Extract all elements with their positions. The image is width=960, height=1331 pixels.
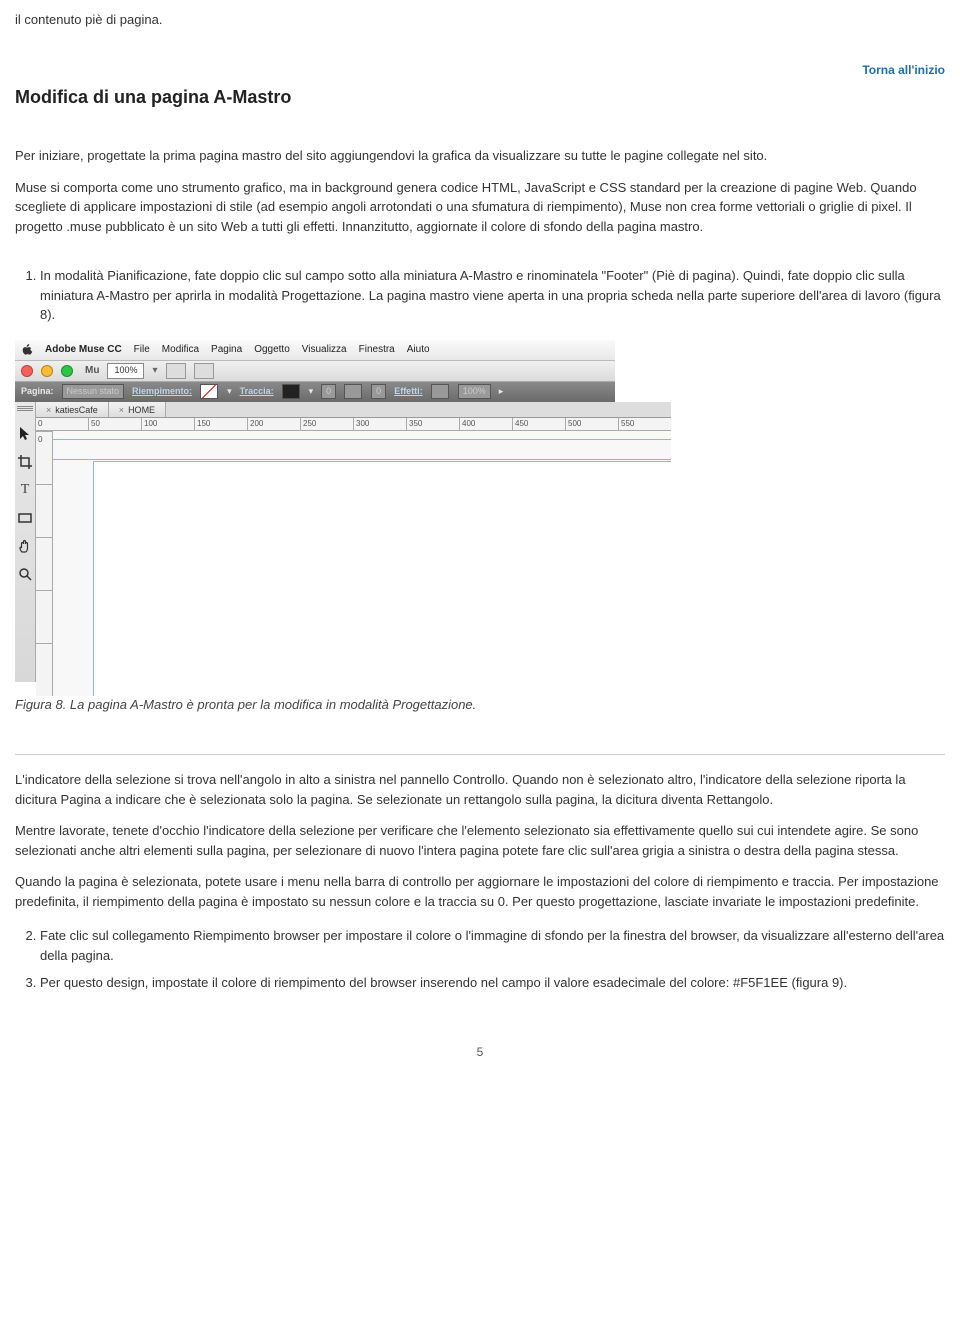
layout-icon-2 <box>194 363 214 379</box>
vertical-ruler: 0 <box>36 431 53 696</box>
app-title: Adobe Muse CC <box>45 342 122 357</box>
apple-icon <box>21 344 33 356</box>
guide-line <box>53 459 671 460</box>
crop-tool-icon <box>15 452 35 472</box>
step-3: Per questo design, impostate il colore d… <box>40 973 945 993</box>
menu-modifica: Modifica <box>162 342 199 357</box>
chevron-down-icon: ▾ <box>152 363 157 378</box>
paragraph-3: L'indicatore della selezione si trova ne… <box>15 770 945 809</box>
paragraph-5: Quando la pagina è selezionata, potete u… <box>15 872 945 911</box>
step-1: In modalità Pianificazione, fate doppio … <box>40 266 945 325</box>
dropdown-icon-2: ▾ <box>309 385 314 399</box>
menu-oggetto: Oggetto <box>254 342 290 357</box>
toolbox: T <box>15 402 36 682</box>
back-to-top-link[interactable]: Torna all'inizio <box>862 63 945 77</box>
workspace: T ×katiesCafe ×HOME 05010015020025030035… <box>15 402 615 682</box>
menu-visualizza: Visualizza <box>302 342 347 357</box>
hand-tool-icon <box>15 536 35 556</box>
page-rect <box>93 461 671 696</box>
paragraph-2: Muse si comporta come uno strumento graf… <box>15 178 945 237</box>
mu-label: Mu <box>85 363 99 378</box>
horizontal-ruler: 050100150200250300350400450500550 <box>36 418 671 431</box>
step-2: Fate clic sul collegamento Riempimento b… <box>40 926 945 965</box>
back-link-container: Torna all'inizio <box>15 60 945 80</box>
selection-tool-icon <box>15 424 35 444</box>
corner-icon <box>344 384 362 399</box>
opt-traccia-value: 0 <box>321 384 336 399</box>
layout-icon <box>166 363 186 379</box>
effects-icon <box>431 384 449 399</box>
figure-8-caption: Figura 8. La pagina A-Mastro è pronta pe… <box>15 695 945 715</box>
opt-pagina-label: Pagina: <box>21 385 54 399</box>
opt-effetti-value: 100% <box>458 384 491 399</box>
stroke-swatch-icon <box>282 384 300 399</box>
opt-riempimento-label: Riempimento: <box>132 385 192 399</box>
close-dot-icon <box>21 365 33 377</box>
intro-line: il contenuto piè di pagina. <box>15 10 945 30</box>
document-area: ×katiesCafe ×HOME 0501001502002503003504… <box>36 402 671 682</box>
section-heading: Modifica di una pagina A-Mastro <box>15 84 945 111</box>
steps-list-2: Fate clic sul collegamento Riempimento b… <box>15 926 945 993</box>
fill-swatch-icon <box>200 384 218 399</box>
close-tab-icon-2: × <box>119 404 124 418</box>
options-bar: Pagina: Nessun stato Riempimento: ▾ Trac… <box>15 382 615 402</box>
tab-home: ×HOME <box>109 402 166 418</box>
rectangle-tool-icon <box>15 508 35 528</box>
opt-traccia-label: Traccia: <box>240 385 274 399</box>
canvas <box>53 431 671 696</box>
opt-pagina-value: Nessun stato <box>62 384 125 399</box>
separator <box>15 754 945 755</box>
opt-effetti-label: Effetti: <box>394 385 423 399</box>
grip-icon <box>17 406 33 412</box>
zoom-tool-icon <box>15 564 35 584</box>
figure-8-screenshot: Adobe Muse CC File Modifica Pagina Ogget… <box>15 340 615 680</box>
window-controls-bar: Mu 100% ▾ <box>15 361 615 382</box>
minimize-dot-icon <box>41 365 53 377</box>
canvas-wrap: 0 <box>36 431 671 696</box>
opt-offset-value: 0 <box>371 384 386 399</box>
tab-katiescafe: ×katiesCafe <box>36 402 109 418</box>
text-tool-icon: T <box>15 480 35 500</box>
steps-list-1: In modalità Pianificazione, fate doppio … <box>15 266 945 325</box>
zoom-dot-icon <box>61 365 73 377</box>
menu-aiuto: Aiuto <box>407 342 430 357</box>
dropdown-icon-3: ▸ <box>499 385 504 399</box>
menu-pagina: Pagina <box>211 342 242 357</box>
page-number: 5 <box>15 1043 945 1061</box>
guide-line <box>53 439 671 440</box>
close-tab-icon: × <box>46 404 51 418</box>
zoom-level: 100% <box>107 363 144 379</box>
document-tabs: ×katiesCafe ×HOME <box>36 402 671 419</box>
dropdown-icon: ▾ <box>227 385 232 399</box>
paragraph-1: Per iniziare, progettate la prima pagina… <box>15 146 945 166</box>
menu-file: File <box>134 342 150 357</box>
paragraph-4: Mentre lavorate, tenete d'occhio l'indic… <box>15 821 945 860</box>
macos-menubar: Adobe Muse CC File Modifica Pagina Ogget… <box>15 340 615 361</box>
menu-finestra: Finestra <box>359 342 395 357</box>
